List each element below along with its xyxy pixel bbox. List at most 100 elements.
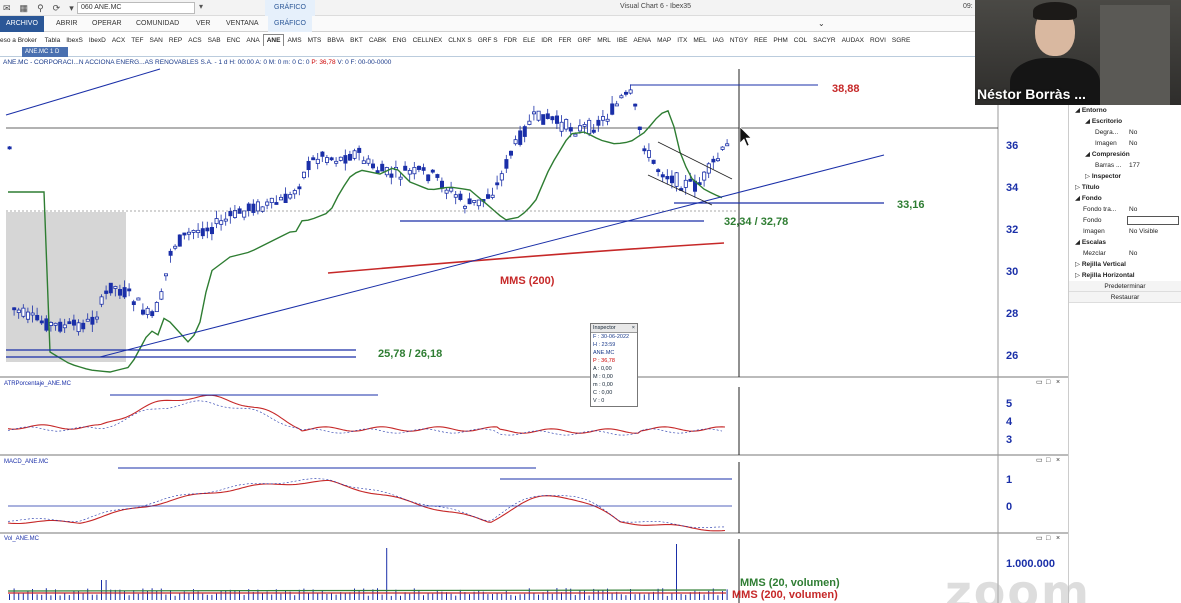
section-rejilla-vertical[interactable]: ▷ Rejilla Vertical	[1069, 259, 1181, 270]
symbol-itx[interactable]: ITX	[674, 35, 690, 46]
prop-label: Fondo	[1083, 217, 1102, 224]
symbol-ibexs[interactable]: IbexS	[63, 35, 86, 46]
ribbon-collapse-icon[interactable]: ⌄	[812, 16, 831, 32]
symbol-cabk[interactable]: CABK	[366, 35, 390, 46]
symbol-ntgy[interactable]: NTGY	[727, 35, 751, 46]
symbol-sacyr[interactable]: SACYR	[810, 35, 838, 46]
symbol-mts[interactable]: MTS	[305, 35, 325, 46]
symbol-grf[interactable]: GRF	[574, 35, 594, 46]
symbol-iag[interactable]: IAG	[710, 35, 727, 46]
refresh-icon[interactable]: ⟳	[53, 3, 61, 14]
symbol-ele[interactable]: ELE	[520, 35, 538, 46]
panel-minimize-icon[interactable]: ▭	[1036, 535, 1043, 542]
candle-body	[81, 322, 86, 330]
symbol-tef[interactable]: TEF	[128, 35, 146, 46]
chevron-down-icon[interactable]: ▾	[69, 3, 74, 14]
section-fondo[interactable]: ◢ Fondo	[1069, 193, 1181, 204]
section-escalas[interactable]: ◢ Escalas	[1069, 237, 1181, 248]
menu-grafico[interactable]: GRÁFICO	[268, 16, 312, 32]
symbol-bbva[interactable]: BBVA	[324, 35, 347, 46]
symbol-aena[interactable]: AENA	[630, 35, 654, 46]
symbol-acx[interactable]: ACX	[109, 35, 128, 46]
chart-tab-ane[interactable]: ANE.MC 1 D	[22, 47, 68, 57]
fondo-color-input[interactable]	[1127, 216, 1179, 225]
panel-close-icon[interactable]: ×	[1056, 379, 1060, 386]
save-icon[interactable]: ✉	[3, 3, 11, 14]
menu-operar[interactable]: OPERAR	[86, 16, 128, 32]
candle-body	[320, 151, 325, 157]
symbol-san[interactable]: SAN	[146, 35, 165, 46]
symbol-acs[interactable]: ACS	[185, 35, 204, 46]
chart-tab-row: ANE.MC 1 D	[0, 47, 975, 57]
section-escritorio[interactable]: ◢ Escritorio	[1069, 116, 1181, 127]
menu-ver[interactable]: VER	[190, 16, 216, 32]
restaurar-button[interactable]: Restaurar	[1069, 292, 1181, 303]
section-titulo[interactable]: ▷ Título	[1069, 182, 1181, 193]
prop-fondo[interactable]: Fondo	[1069, 215, 1181, 226]
symbol-ree[interactable]: REE	[751, 35, 770, 46]
symbol-mel[interactable]: MEL	[690, 35, 709, 46]
symbol-clnx-s[interactable]: CLNX S	[445, 35, 474, 46]
prop-degradado[interactable]: Degra... No	[1069, 127, 1181, 138]
candle-body	[150, 311, 155, 317]
candle-body	[343, 155, 348, 164]
symbol-tabla[interactable]: Tabla	[42, 35, 64, 46]
prop-imagen2[interactable]: Imagen No Visible	[1069, 226, 1181, 237]
symbol-cellnex[interactable]: CELLNEX	[410, 35, 446, 46]
symbol-idr[interactable]: IDR	[538, 35, 555, 46]
section-rejilla-horizontal[interactable]: ▷ Rejilla Horizontal	[1069, 270, 1181, 281]
symbol-enc[interactable]: ENC	[224, 35, 244, 46]
section-inspector[interactable]: ▷ Inspector	[1069, 171, 1181, 182]
symbol-rovi[interactable]: ROVI	[867, 35, 889, 46]
menu-archivo[interactable]: ARCHIVO	[0, 16, 44, 32]
symbol-fdr[interactable]: FDR	[501, 35, 520, 46]
atr-panel-title: ATRPorcentaje_ANE.MC	[4, 381, 72, 387]
ticker-dropdown-icon[interactable]: ▾	[199, 2, 203, 11]
symbol-ibe[interactable]: IBE	[614, 35, 630, 46]
symbol-audax[interactable]: AUDAX	[839, 35, 867, 46]
panel-close-icon[interactable]: ×	[1056, 535, 1060, 542]
properties-panel: ◢ Entorno ◢ Escritorio Degra... No Imagen…	[1068, 105, 1181, 603]
panel-close-icon[interactable]: ×	[1056, 457, 1060, 464]
predeterminar-button[interactable]: Predeterminar	[1069, 281, 1181, 292]
menu-ventana[interactable]: VENTANA	[220, 16, 265, 32]
panel-minimize-icon[interactable]: ▭	[1036, 457, 1043, 464]
broker-label[interactable]: eso a Broker	[0, 35, 40, 46]
inspector-header[interactable]: Inspector ×	[591, 324, 637, 333]
symbol-fer[interactable]: FER	[555, 35, 574, 46]
candle-body	[274, 202, 279, 205]
symbol-mrl[interactable]: MRL	[594, 35, 614, 46]
candle-body	[182, 232, 187, 236]
panel-minimize-icon[interactable]: ▭	[1036, 379, 1043, 386]
candle-body	[347, 153, 352, 161]
prop-fondo-tra[interactable]: Fondo tra... No	[1069, 204, 1181, 215]
symbol-bkt[interactable]: BKT	[347, 35, 366, 46]
symbol-ibexd[interactable]: IbexD	[86, 35, 109, 46]
symbol-ams[interactable]: AMS	[284, 35, 304, 46]
section-compresion[interactable]: ◢ Compresión	[1069, 149, 1181, 160]
symbol-ana[interactable]: ANA	[243, 35, 262, 46]
symbol-map[interactable]: MAP	[654, 35, 674, 46]
grid-icon[interactable]: ▦	[20, 3, 29, 14]
prop-imagen[interactable]: Imagen No	[1069, 138, 1181, 149]
prop-mezclar[interactable]: Mezclar No	[1069, 248, 1181, 259]
symbol-rep[interactable]: REP	[166, 35, 185, 46]
candle-body	[702, 171, 707, 181]
inspector-popup[interactable]: Inspector × F : 30-06-2022 H : 23:59 ANE…	[590, 323, 638, 407]
ticker-input[interactable]: 060 ANE.MC	[77, 2, 195, 14]
symbol-grf-s[interactable]: GRF S	[475, 35, 501, 46]
price-chart[interactable]: 36 34 32 30 28 26 38,88 33,16 32,34 / 32…	[0, 57, 1068, 603]
menu-comunidad[interactable]: COMUNIDAD	[130, 16, 185, 32]
symbol-eng[interactable]: ENG	[390, 35, 410, 46]
symbol-col[interactable]: COL	[791, 35, 810, 46]
symbol-sgre[interactable]: SGRE	[889, 35, 913, 46]
context-tab-grafico[interactable]: GRÁFICO	[265, 0, 315, 16]
menu-abrir[interactable]: ABRIR	[50, 16, 83, 32]
symbol-phm[interactable]: PHM	[770, 35, 790, 46]
close-icon[interactable]: ×	[632, 325, 635, 331]
section-entorno[interactable]: ◢ Entorno	[1069, 105, 1181, 116]
pin-icon[interactable]: ⚲	[37, 3, 44, 14]
symbol-ane[interactable]: ANE	[262, 34, 285, 46]
symbol-sab[interactable]: SAB	[205, 35, 224, 46]
prop-barras[interactable]: Barras ... 177	[1069, 160, 1181, 171]
